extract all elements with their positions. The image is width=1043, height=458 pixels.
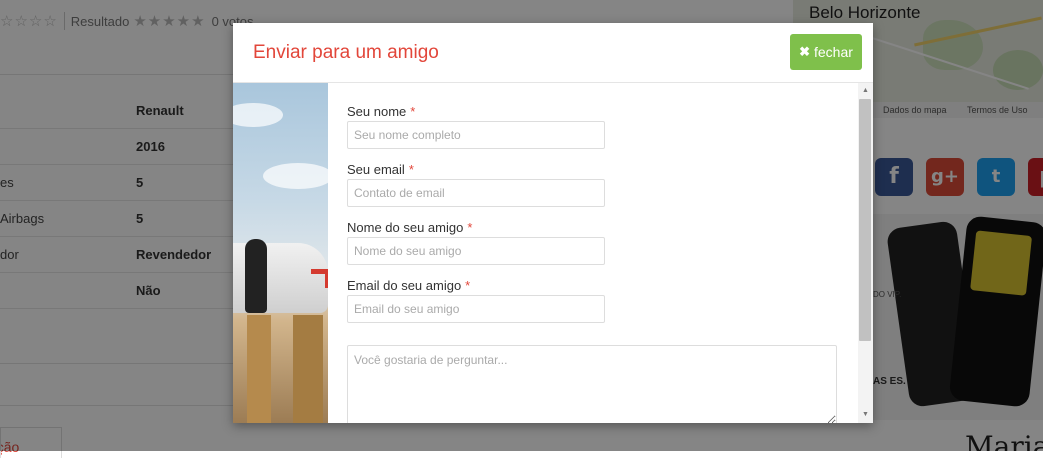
close-button-label: fechar (813, 44, 853, 60)
name-input[interactable] (347, 121, 605, 149)
wooden-post (293, 315, 323, 423)
friend-email-input[interactable] (347, 295, 605, 323)
scroll-down-arrow-icon[interactable]: ▼ (858, 409, 873, 421)
close-icon: ✖ (799, 44, 810, 59)
send-to-friend-modal: Enviar para um amigo ✖ fechar Seu nome * … (233, 23, 873, 423)
modal-scrollbar[interactable]: ▲ ▼ (858, 83, 873, 423)
mailbox-flag (311, 269, 328, 288)
required-marker: * (408, 162, 414, 177)
modal-body: Seu nome* Seu email* Nome do seu amigo* … (233, 83, 873, 423)
required-marker: * (410, 104, 416, 119)
modal-title: Enviar para um amigo (253, 42, 439, 63)
close-button[interactable]: ✖ fechar (790, 34, 862, 70)
email-input[interactable] (347, 179, 605, 207)
scroll-up-arrow-icon[interactable]: ▲ (858, 85, 873, 97)
friend-name-input[interactable] (347, 237, 605, 265)
mailbox-image (233, 83, 328, 423)
email-label: Seu email * (347, 162, 414, 177)
modal-header: Enviar para um amigo ✖ fechar (233, 23, 873, 83)
friend-name-label: Nome do seu amigo * (347, 220, 473, 235)
required-marker: * (467, 220, 473, 235)
wooden-post (247, 315, 271, 423)
mailbox-door (245, 239, 267, 313)
message-textarea[interactable] (347, 345, 837, 423)
required-marker: * (465, 278, 471, 293)
name-label: Seu nome * (347, 104, 416, 119)
share-form: Seu nome* Seu email* Nome do seu amigo* … (328, 83, 858, 423)
cloud (263, 163, 328, 189)
cloud (233, 103, 283, 127)
friend-email-label: Email do seu amigo * (347, 278, 471, 293)
scrollbar-thumb[interactable] (859, 99, 871, 341)
